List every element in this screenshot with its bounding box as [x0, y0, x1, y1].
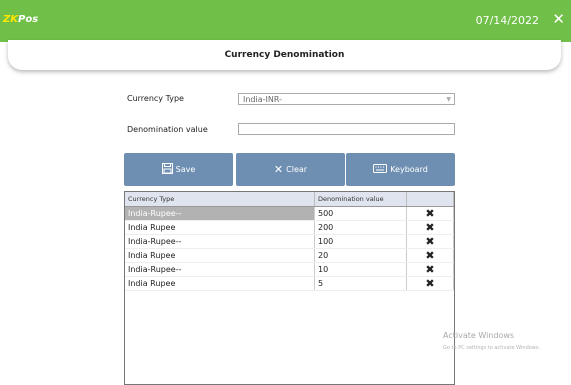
column-header-delete: [406, 192, 454, 207]
keyboard-icon: [373, 164, 388, 175]
save-button[interactable]: Save: [124, 153, 233, 186]
cell-currency-type[interactable]: India-Rupee--: [125, 262, 315, 277]
clear-label: Clear: [286, 165, 308, 174]
delete-icon[interactable]: ✖: [406, 206, 454, 221]
current-date: 07/14/2022: [475, 14, 539, 27]
delete-icon[interactable]: ✖: [406, 276, 454, 291]
keyboard-label: Keyboard: [390, 165, 428, 174]
save-label: Save: [175, 165, 196, 174]
cell-denomination-value[interactable]: 100: [314, 234, 407, 249]
chevron-down-icon: ▼: [446, 96, 451, 103]
cell-currency-type[interactable]: India-Rupee--: [125, 206, 315, 221]
cell-denomination-value[interactable]: 500: [314, 206, 407, 221]
cell-denomination-value[interactable]: 20: [314, 248, 407, 263]
delete-icon[interactable]: ✖: [406, 234, 454, 249]
currency-type-select[interactable]: India-INR- ▼: [238, 93, 455, 105]
activate-windows-subtitle: Go to PC settings to activate Windows.: [443, 345, 541, 351]
currency-type-label: Currency Type: [127, 94, 184, 103]
cell-denomination-value[interactable]: 10: [314, 262, 407, 277]
cell-currency-type[interactable]: India-Rupee--: [125, 234, 315, 249]
app-logo: ZKPos: [3, 14, 39, 25]
denomination-input[interactable]: [238, 123, 455, 135]
table-row[interactable]: India-Rupee-- 100 ✖: [125, 234, 454, 249]
save-icon: [161, 163, 173, 176]
table-row[interactable]: India Rupee 20 ✖: [125, 248, 454, 263]
delete-icon[interactable]: ✖: [406, 220, 454, 235]
denomination-label: Denomination value: [127, 125, 208, 134]
table-row[interactable]: India-Rupee-- 10 ✖: [125, 262, 454, 277]
table-row[interactable]: India Rupee 5 ✖: [125, 276, 454, 291]
activate-windows-title: Activate Windows: [443, 331, 515, 340]
currency-type-value: India-INR-: [243, 95, 282, 104]
page-header: Currency Denomination: [8, 40, 561, 70]
clear-icon: ✕: [273, 163, 284, 176]
denomination-grid: Currency Type Denomination value India-R…: [124, 191, 455, 385]
clear-button[interactable]: ✕ Clear: [236, 153, 345, 186]
table-row[interactable]: India Rupee 200 ✖: [125, 220, 454, 235]
table-row[interactable]: India-Rupee-- 500 ✖: [125, 206, 454, 221]
delete-icon[interactable]: ✖: [406, 248, 454, 263]
title-bar: ZKPos 07/14/2022 ✕: [0, 0, 571, 42]
cell-currency-type[interactable]: India Rupee: [125, 248, 315, 263]
column-header-denomination-value[interactable]: Denomination value: [314, 192, 407, 207]
cell-denomination-value[interactable]: 5: [314, 276, 407, 291]
column-header-currency-type[interactable]: Currency Type: [125, 192, 315, 207]
cell-currency-type[interactable]: India Rupee: [125, 220, 315, 235]
delete-icon[interactable]: ✖: [406, 262, 454, 277]
cell-currency-type[interactable]: India Rupee: [125, 276, 315, 291]
cell-denomination-value[interactable]: 200: [314, 220, 407, 235]
keyboard-button[interactable]: Keyboard: [346, 153, 455, 186]
close-icon[interactable]: ✕: [552, 10, 565, 28]
page-title: Currency Denomination: [224, 50, 345, 60]
grid-header-row: Currency Type Denomination value: [125, 192, 454, 207]
